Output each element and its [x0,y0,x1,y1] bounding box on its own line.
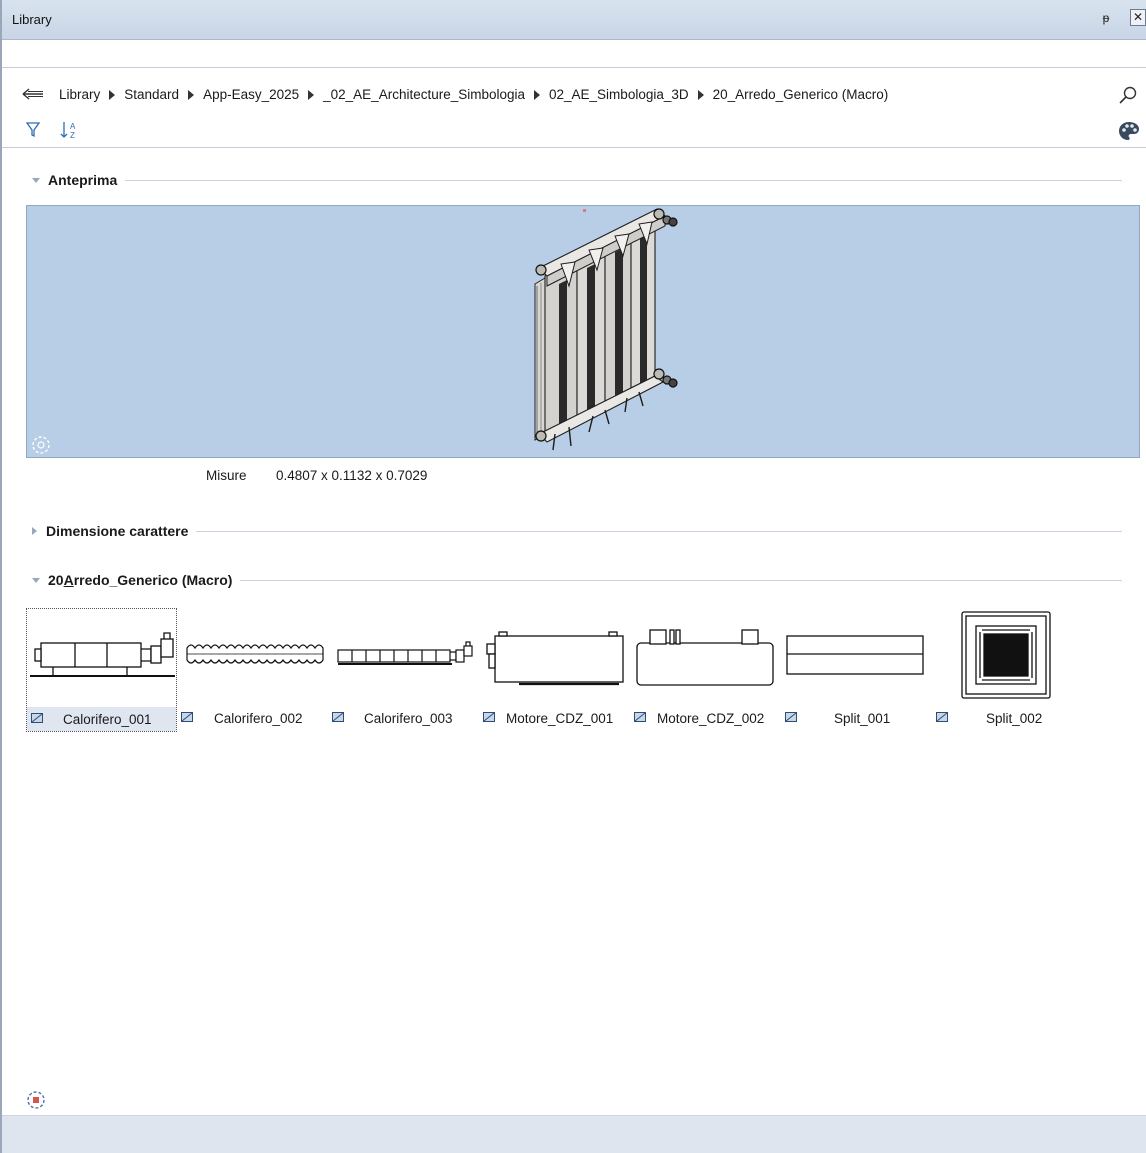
macro-icon [332,712,344,722]
svg-text:Z: Z [70,131,75,140]
filter-icon[interactable] [26,122,40,138]
breadcrumb-separator-icon [697,89,704,100]
breadcrumb-separator-icon [109,89,116,100]
window-title: Library [12,12,52,27]
item-name: Calorifero_003 [364,711,453,726]
toolbar-spacer [2,40,1146,68]
item-name: Split_002 [986,711,1043,726]
library-item[interactable]: Calorifero_001 [26,608,177,732]
section-header-folder[interactable]: 20Arredo_Generico (Macro) [32,570,1122,590]
breadcrumb-item-arredo-generico[interactable]: 20_Arredo_Generico (Macro) [713,87,889,102]
library-window: Library ᵽ ✕ Library Standard App-Easy_20… [0,0,1146,1153]
palette-icon[interactable] [1118,121,1140,141]
expand-arrow-icon[interactable] [32,527,37,535]
item-name: Motore_CDZ_002 [657,711,765,726]
breadcrumb-item-app-easy[interactable]: App-Easy_2025 [203,87,299,102]
section-header-preview[interactable]: Anteprima [32,170,1122,190]
item-name: Motore_CDZ_001 [506,711,614,726]
library-item[interactable]: Split_002 [932,608,1083,732]
section-title-preview[interactable]: Anteprima [48,172,117,188]
section-divider [196,530,1122,532]
dimensions-value: 0.4807 x 0.1132 x 0.7029 [276,468,428,483]
collapse-arrow-icon[interactable] [32,177,40,183]
macro-icon [634,712,646,722]
close-icon[interactable]: ✕ [1130,9,1146,26]
svg-text:A: A [70,122,76,131]
breadcrumb: Library Standard App-Easy_2025 _02_AE_Ar… [2,80,1146,110]
library-item[interactable]: Calorifero_002 [177,608,328,732]
library-items-grid: Calorifero_001 Calorifero_002 Calorifero… [26,608,1126,732]
breadcrumb-separator-icon [534,89,541,100]
status-bar [2,1115,1146,1153]
breadcrumb-item-architecture[interactable]: _02_AE_Architecture_Simbologia [323,87,525,102]
split-unit-thumbnail-icon [786,635,924,675]
breadcrumb-separator-icon [188,89,195,100]
macro-icon [936,712,948,722]
collapse-arrow-icon[interactable] [32,577,40,583]
breadcrumb-path: Library Standard App-Easy_2025 _02_AE_Ar… [59,87,888,102]
item-name: Calorifero_002 [214,711,303,726]
view-navigation-icon[interactable] [26,1090,46,1110]
section-divider [125,179,1122,181]
radiator-thumbnail-icon [337,641,473,665]
macro-icon [31,713,43,723]
pin-icon[interactable]: ᵽ [1100,11,1112,25]
library-item[interactable]: Split_001 [781,608,932,732]
view-navigation-icon[interactable] [31,435,51,455]
macro-icon [785,712,797,722]
macro-icon [181,712,193,722]
item-name: Calorifero_001 [63,712,152,727]
search-icon[interactable] [1118,85,1138,105]
library-item[interactable]: Motore_CDZ_001 [479,608,630,732]
macro-icon [483,712,495,722]
breadcrumb-item-simbologia-3d[interactable]: 02_AE_Simbologia_3D [549,87,689,102]
dimensions-label: Misure [206,468,247,483]
section-title-folder[interactable]: 20Arredo_Generico (Macro) [48,572,232,588]
breadcrumb-separator-icon [308,89,315,100]
radiator-thumbnail-icon [186,644,324,664]
section-divider [240,579,1122,581]
ac-outdoor-unit-thumbnail-icon [486,631,624,686]
title-bar: Library ᵽ ✕ [2,0,1146,40]
library-item[interactable]: Calorifero_003 [328,608,479,732]
ac-outdoor-unit-thumbnail-icon [636,629,774,686]
library-item[interactable]: Motore_CDZ_002 [630,608,781,732]
breadcrumb-item-library[interactable]: Library [59,87,100,102]
back-arrow-icon[interactable] [22,87,44,101]
preview-viewport[interactable] [26,205,1140,458]
section-title-font-size[interactable]: Dimensione carattere [46,523,188,539]
radiator-3d-preview [534,208,678,451]
cassette-unit-thumbnail-icon [961,611,1051,699]
section-header-font-size[interactable]: Dimensione carattere [32,521,1122,541]
library-toolbar: A Z [2,118,1146,148]
sort-az-icon[interactable]: A Z [60,120,80,140]
item-name: Split_001 [834,711,891,726]
breadcrumb-item-standard[interactable]: Standard [124,87,179,102]
radiator-thumbnail-icon [30,632,175,677]
